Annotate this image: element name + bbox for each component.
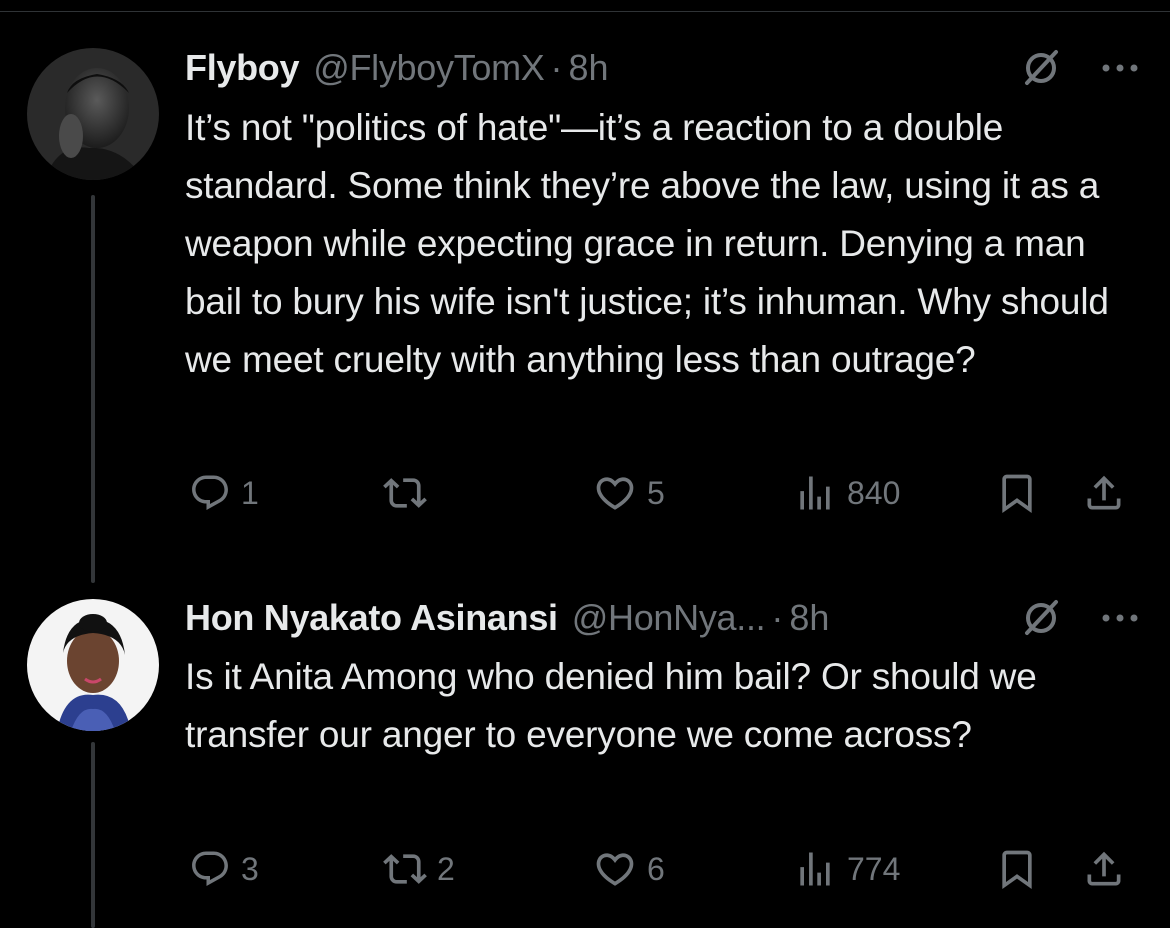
repost-icon <box>383 854 427 884</box>
grok-icon[interactable] <box>1020 597 1062 639</box>
avatar[interactable] <box>27 599 159 731</box>
tweet-header: Hon Nyakato Asinansi @HonNya... · 8h <box>185 596 1140 640</box>
tweet-text: Is it Anita Among who denied him bail? O… <box>185 656 1037 755</box>
reply-button[interactable]: 3 <box>189 844 259 894</box>
share-icon <box>1087 475 1121 510</box>
reply-icon <box>192 851 228 886</box>
reply-count: 1 <box>241 474 259 511</box>
repost-button[interactable] <box>383 468 437 518</box>
timestamp[interactable]: 8h <box>789 597 829 639</box>
display-name[interactable]: Flyboy <box>185 47 300 89</box>
share-button[interactable] <box>1082 844 1126 894</box>
views-button[interactable]: 840 <box>793 468 900 518</box>
separator-dot: · <box>550 47 563 88</box>
share-button[interactable] <box>1082 468 1126 518</box>
repost-icon <box>383 478 427 508</box>
action-bar: 1 5 840 <box>185 468 1140 518</box>
like-count: 5 <box>647 474 665 511</box>
timestamp[interactable]: 8h <box>569 47 609 89</box>
reply-button[interactable]: 1 <box>189 468 259 518</box>
like-button[interactable]: 6 <box>593 844 665 894</box>
avatar[interactable] <box>27 48 159 180</box>
tweet[interactable]: Flyboy @FlyboyTomX · 8h It’s not "politi… <box>0 0 1170 580</box>
display-name[interactable]: Hon Nyakato Asinansi <box>185 597 558 639</box>
action-bar: 3 2 6 774 <box>185 844 1140 894</box>
tweet-text: It’s not "politics of hate"—it’s a react… <box>185 107 1109 380</box>
views-icon <box>800 476 830 510</box>
views-icon <box>800 852 830 886</box>
tweet[interactable]: Hon Nyakato Asinansi @HonNya... · 8h Is … <box>0 580 1170 928</box>
separator-dot: · <box>771 597 784 638</box>
reply-icon <box>192 475 228 510</box>
like-count: 6 <box>647 850 665 887</box>
views-button[interactable]: 774 <box>793 844 900 894</box>
like-icon <box>596 477 634 510</box>
share-icon <box>1087 851 1121 886</box>
more-icon[interactable] <box>1100 597 1140 639</box>
repost-count: 2 <box>437 850 455 887</box>
like-icon <box>596 853 634 886</box>
grok-icon[interactable] <box>1020 47 1062 89</box>
reply-count: 3 <box>241 850 259 887</box>
user-handle[interactable]: @FlyboyTomX <box>313 47 545 89</box>
bookmark-icon <box>1002 850 1032 890</box>
user-handle[interactable]: @HonNya... <box>572 597 766 639</box>
bookmark-button[interactable] <box>995 844 1039 894</box>
view-count: 774 <box>847 850 901 887</box>
more-icon[interactable] <box>1100 47 1140 89</box>
like-button[interactable]: 5 <box>593 468 665 518</box>
tweet-header: Flyboy @FlyboyTomX · 8h <box>185 46 1140 90</box>
repost-button[interactable]: 2 <box>383 844 455 894</box>
bookmark-button[interactable] <box>995 468 1039 518</box>
bookmark-icon <box>1002 474 1032 514</box>
view-count: 840 <box>847 474 901 511</box>
